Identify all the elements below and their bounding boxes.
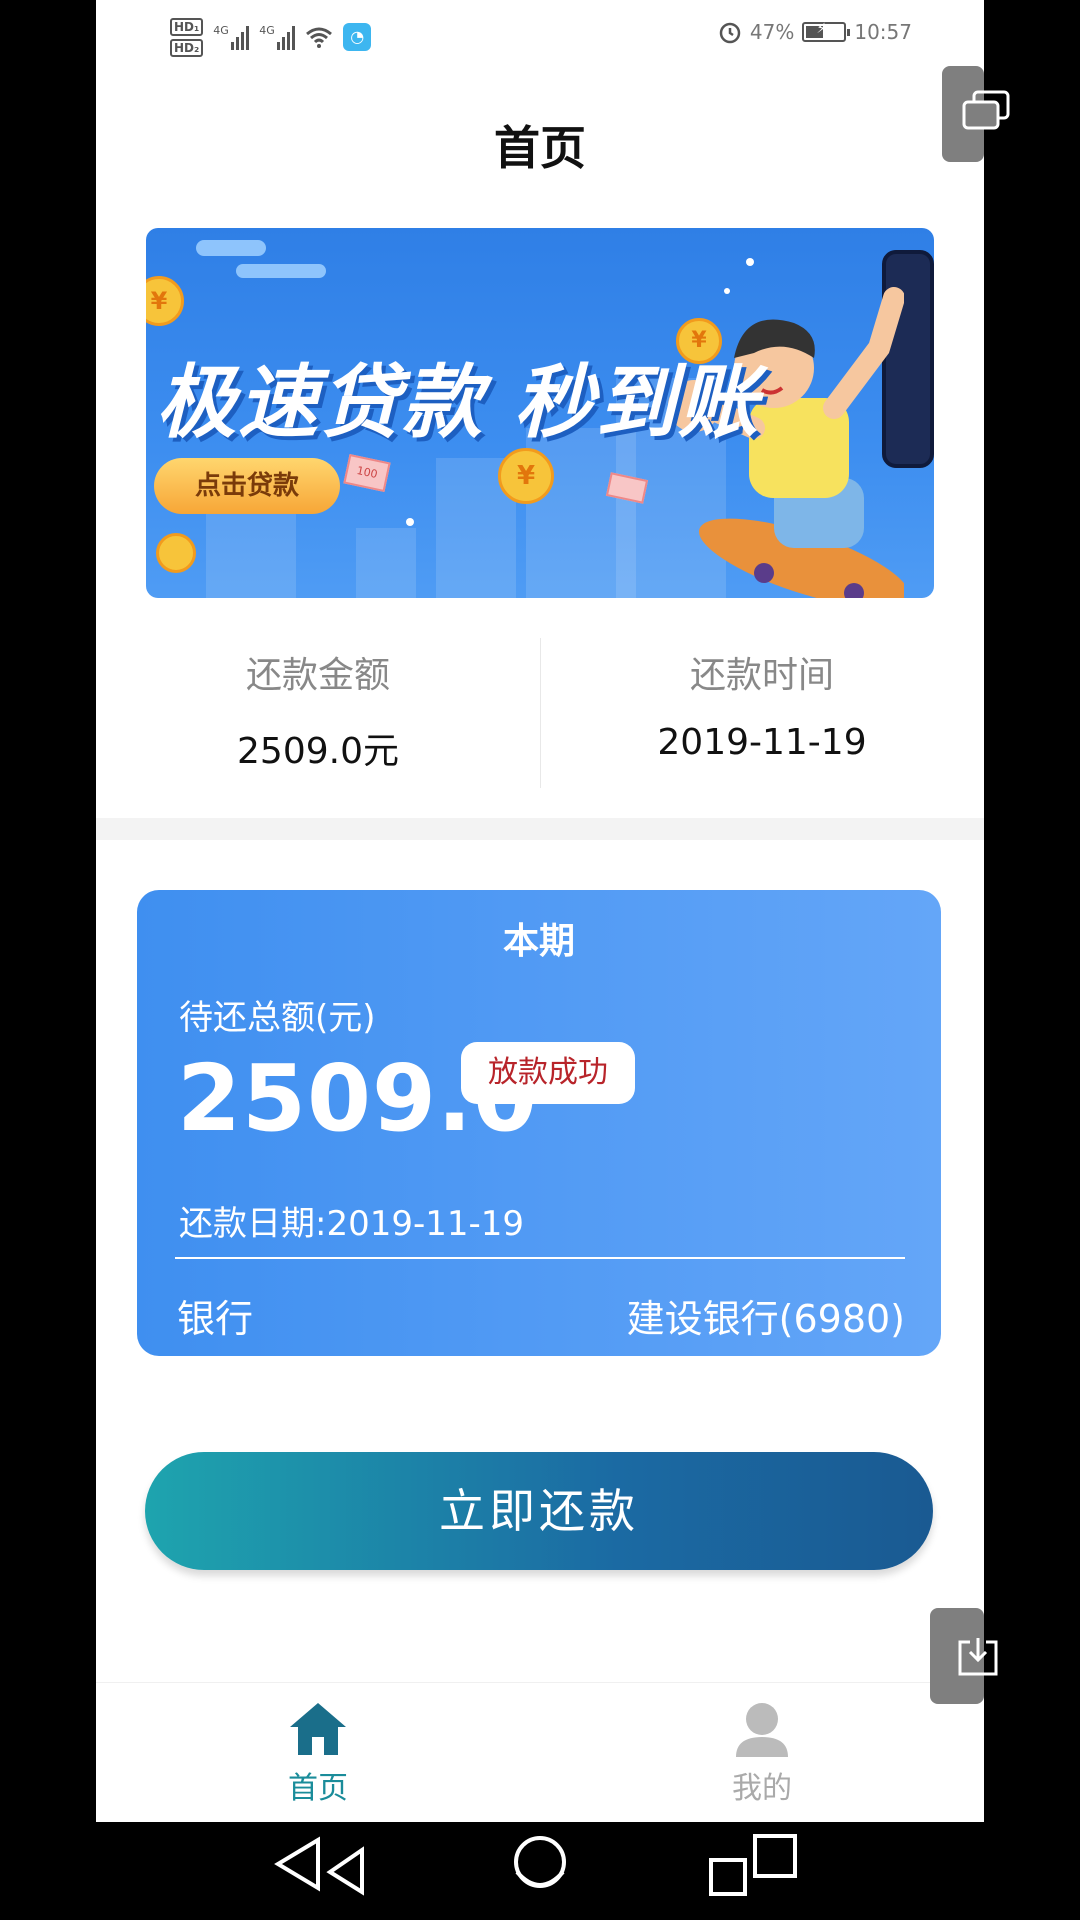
network-type-label-2: 4G bbox=[259, 24, 275, 37]
home-icon bbox=[290, 1703, 346, 1755]
date-value: 2019-11-19 bbox=[657, 722, 867, 763]
battery-charging-icon: ⚡ bbox=[802, 21, 851, 42]
card-divider bbox=[175, 1257, 905, 1259]
clock: 10:57 bbox=[854, 20, 912, 44]
recents-icon[interactable] bbox=[705, 1830, 805, 1900]
app-screen: HD₁ HD₂ 4G 4G ◔ 47% ⚡ 10:57 首页 ¥ ¥ ¥ 100… bbox=[96, 0, 984, 1822]
status-bar: HD₁ HD₂ 4G 4G ◔ 47% ⚡ 10:57 bbox=[96, 0, 984, 70]
repay-date: 还款日期:2019-11-19 bbox=[179, 1204, 525, 1244]
app-notification-icon: ◔ bbox=[343, 23, 372, 51]
person-icon bbox=[736, 1703, 788, 1757]
banknote-icon: 100 bbox=[343, 453, 391, 493]
coin-icon: ¥ bbox=[146, 276, 184, 326]
network-type-label: 4G bbox=[213, 24, 229, 37]
promo-banner[interactable]: ¥ ¥ ¥ 100 极速贷款 秒到账 点击贷款 bbox=[146, 228, 934, 598]
click-loan-button[interactable]: 点击贷款 bbox=[154, 458, 340, 514]
bank-value: 建设银行(6980) bbox=[626, 1297, 905, 1341]
coin-icon: ¥ bbox=[498, 448, 554, 504]
system-nav-bar bbox=[0, 1822, 1080, 1920]
download-button[interactable] bbox=[930, 1608, 998, 1704]
tab-mine-label: 我的 bbox=[732, 1771, 792, 1806]
status-bar-left: HD₁ HD₂ 4G 4G ◔ bbox=[170, 14, 372, 60]
repayment-summary: 还款金额 2509.0元 还款时间 2019-11-19 bbox=[96, 630, 984, 790]
status-badge: 放款成功 bbox=[461, 1042, 635, 1104]
alarm-icon bbox=[719, 22, 741, 44]
due-total-label: 待还总额(元) bbox=[179, 998, 376, 1038]
battery-percent: 47% bbox=[749, 20, 795, 44]
current-period-card[interactable]: 本期 待还总额(元) 2509.0 放款成功 还款日期:2019-11-19 银… bbox=[137, 890, 941, 1356]
date-summary: 还款时间 2019-11-19 bbox=[540, 630, 984, 763]
download-icon bbox=[958, 1638, 998, 1676]
card-title: 本期 bbox=[502, 921, 575, 962]
signal-icon-2: 4G bbox=[259, 24, 296, 50]
status-bar-right: 47% ⚡ 10:57 bbox=[718, 20, 912, 44]
amount-label: 还款金额 bbox=[245, 655, 390, 696]
home-nav-icon[interactable] bbox=[505, 1832, 575, 1902]
repay-now-button[interactable]: 立即还款 bbox=[145, 1452, 933, 1570]
amount-value: 2509.0元 bbox=[237, 731, 399, 772]
date-label: 还款时间 bbox=[689, 655, 834, 696]
wifi-icon bbox=[306, 27, 333, 48]
hd1-label: HD₁ bbox=[170, 17, 204, 36]
amount-summary: 还款金额 2509.0元 bbox=[96, 630, 540, 774]
bank-label: 银行 bbox=[177, 1297, 254, 1341]
page-title: 首页 bbox=[494, 121, 586, 175]
back-icon[interactable] bbox=[272, 1832, 372, 1902]
tab-mine[interactable]: 我的 bbox=[540, 1683, 984, 1822]
banner-slogan: 极速贷款 秒到账 bbox=[156, 356, 760, 449]
tab-home[interactable]: 首页 bbox=[96, 1683, 540, 1822]
bottom-tab-bar: 首页 我的 bbox=[96, 1682, 984, 1822]
hd-indicator: HD₁ HD₂ bbox=[170, 17, 204, 57]
window-switch-button[interactable] bbox=[942, 66, 1010, 162]
hd2-label: HD₂ bbox=[170, 38, 204, 57]
tab-home-label: 首页 bbox=[288, 1771, 348, 1806]
windows-icon bbox=[962, 90, 1010, 130]
signal-icon: 4G bbox=[213, 24, 250, 50]
coin-icon bbox=[156, 533, 196, 573]
section-divider bbox=[96, 818, 984, 840]
